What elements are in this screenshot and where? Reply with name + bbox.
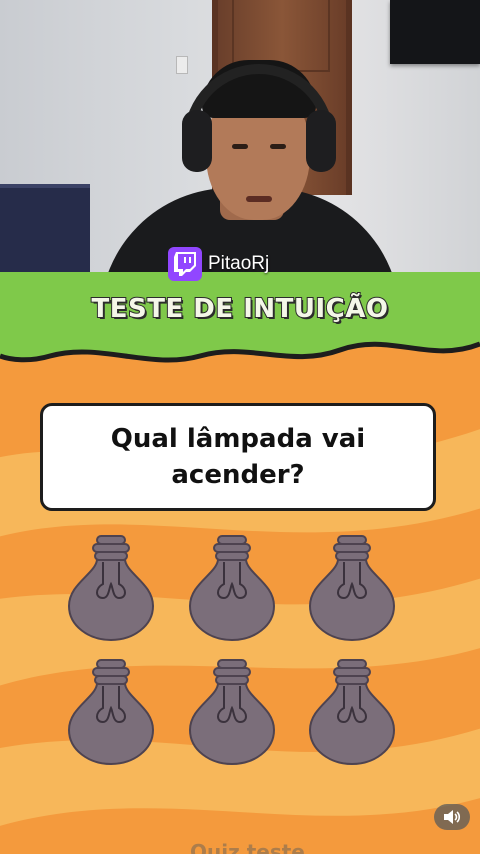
lightbulb-1[interactable] — [65, 534, 157, 644]
streamer-tag[interactable]: PitaoRj — [168, 246, 269, 282]
twitch-icon — [168, 247, 202, 281]
lightbulb-4[interactable] — [65, 658, 157, 768]
quiz-title: TESTE DE INTUIÇÃO — [91, 293, 389, 325]
background-tv — [390, 0, 480, 64]
lightbulb-6[interactable] — [306, 658, 398, 768]
lightbulb-3[interactable] — [306, 534, 398, 644]
question-text: Qual lâmpada vai acender? — [110, 424, 366, 490]
sound-button[interactable] — [434, 804, 470, 830]
streamer-name: PitaoRj — [208, 253, 270, 274]
speaker-icon — [444, 810, 461, 824]
question-box: Qual lâmpada vai acender? — [40, 403, 436, 511]
wall-switch — [176, 56, 188, 74]
bottom-caption: Quiz teste — [190, 840, 305, 854]
lightbulb-2[interactable] — [186, 534, 278, 644]
quiz-panel: TESTE DE INTUIÇÃO Qual lâmpada vai acend… — [0, 272, 480, 854]
webcam-feed — [0, 0, 480, 272]
background-bed — [0, 184, 90, 272]
lightbulb-5[interactable] — [186, 658, 278, 768]
